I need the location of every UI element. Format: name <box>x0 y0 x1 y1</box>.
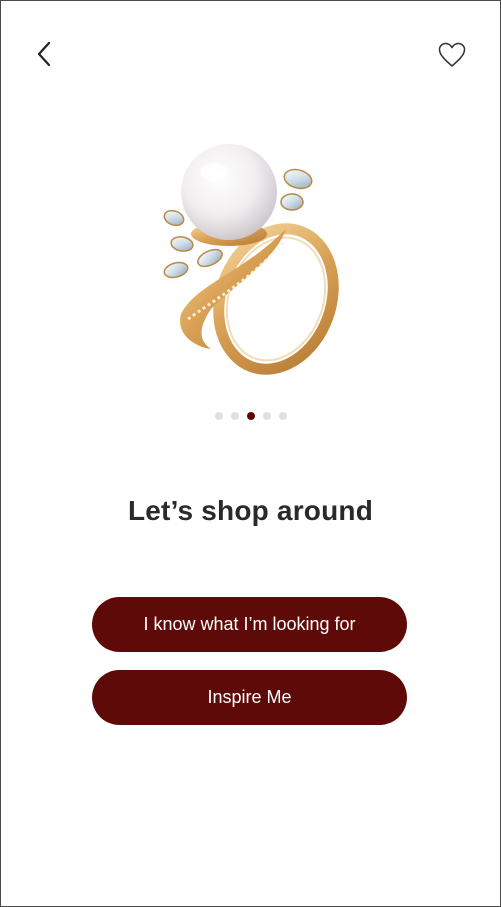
ring-illustration <box>163 144 339 375</box>
carousel-dot[interactable] <box>262 412 271 420</box>
page-title: Let’s shop around <box>127 495 374 526</box>
app-screen: Let’s shop around I know what I’m lookin… <box>0 0 501 907</box>
heart-outline-icon <box>438 42 466 67</box>
carousel-dot-active[interactable] <box>246 412 255 420</box>
chevron-left-icon <box>37 41 51 67</box>
back-button[interactable] <box>29 39 59 69</box>
know-what-looking-for-button[interactable]: I know what I’m looking for <box>92 597 407 652</box>
inspire-me-button[interactable]: Inspire Me <box>92 670 407 725</box>
favorite-button[interactable] <box>435 39 469 71</box>
carousel-dot[interactable] <box>214 412 223 420</box>
product-image <box>126 134 352 396</box>
carousel-pagination <box>1 412 500 420</box>
carousel-dot[interactable] <box>230 412 239 420</box>
carousel-dot[interactable] <box>278 412 287 420</box>
